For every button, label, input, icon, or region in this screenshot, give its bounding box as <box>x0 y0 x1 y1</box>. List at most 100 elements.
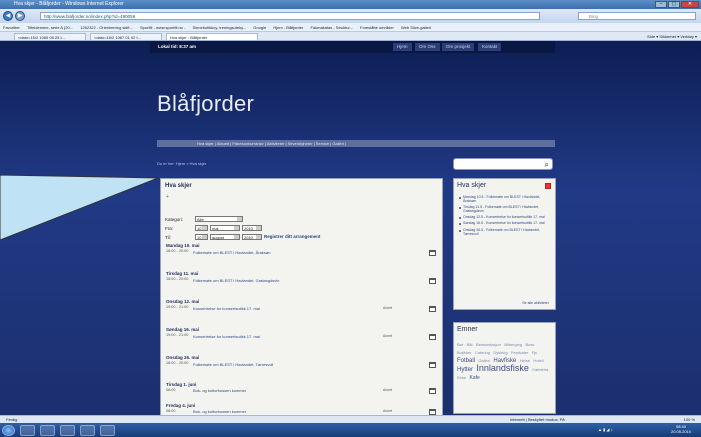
event-time: 19:00 - 21:00 <box>166 305 189 309</box>
site-top-strip: Lokal tid: 8:37 am Hjem Om Oss Om prosje… <box>150 41 555 53</box>
tag-link[interactable]: Butikker <box>457 350 471 355</box>
tag-link[interactable]: Fotball <box>457 358 475 364</box>
back-icon[interactable]: ◀ <box>3 11 13 21</box>
minimize-button[interactable]: – <box>655 1 667 8</box>
favorites-item[interactable]: Hjem - Blåfjorder <box>273 25 303 30</box>
site-logo[interactable]: Blåfjorder <box>157 91 254 117</box>
tag-link[interactable]: Buss <box>526 342 535 347</box>
favorites-item[interactable]: Google <box>253 25 266 30</box>
favorites-item[interactable]: Favoritter <box>3 25 20 30</box>
zoom-level[interactable]: 100 % <box>684 416 695 423</box>
event-title[interactable]: Konsertreise for konsertsutikk 17. mai <box>193 334 260 339</box>
word-icon[interactable] <box>80 425 95 436</box>
event-title[interactable]: Folkemøte om BLEST i Havlandet, Grølangd… <box>193 278 279 283</box>
from-label: Fra: <box>165 226 174 231</box>
event-title[interactable]: Folkemøte om BLEST i Havlandet, Åraksøn <box>193 250 271 255</box>
favorites-item[interactable]: Tilfeldemme, serie A (20... <box>27 25 73 30</box>
tag-cloud: Bar Båt Bensinstasjon Bilberging Buss Bu… <box>457 341 553 382</box>
folder-icon[interactable] <box>40 425 55 436</box>
browser-tab[interactable]: <dato=15/2 1085 05 25 L... <box>14 33 86 40</box>
event-time: 18:00 - 20:00 <box>166 249 189 253</box>
main-menu[interactable]: Hva skjer | Aktuelt | Fiskekonkurranse |… <box>157 140 555 147</box>
web-search-input[interactable]: Bing <box>578 12 696 20</box>
sidebar-event-item[interactable]: Tirsdag 11.5 - Folkemøte om BLEST i Havl… <box>459 205 553 214</box>
see-all-link[interactable]: Se alle aktiviteter <box>522 301 549 305</box>
status-bar: Ferdig Internett | Beskyttet modus: På 1… <box>0 415 701 423</box>
sidebar-event-item[interactable]: Søndag 16.5 - Konsertreise for konsertsu… <box>459 222 553 226</box>
to-day-select[interactable]: 10 <box>195 234 208 240</box>
tags-heading: Emner <box>457 326 478 333</box>
calendar-icon[interactable] <box>429 250 436 256</box>
tag-link[interactable]: Festivaler <box>511 350 528 355</box>
sidebar-events-list: Mandag 10.5 - Folkemøte om BLEST i Havla… <box>459 195 553 239</box>
security-zone[interactable]: Internett | Beskyttet modus: På <box>510 416 565 423</box>
breadcrumb[interactable]: Du er her: Hjem » Hva skjer <box>157 161 206 166</box>
tag-link[interactable]: Kafeteria <box>532 367 548 372</box>
tag-link[interactable]: Dykking <box>493 350 507 355</box>
favorites-item[interactable]: Sportfil - www.sportfil.no - <box>140 25 185 30</box>
command-bar[interactable]: Side ▾ Sikkerhet ▾ Verktøy ▾ <box>647 32 697 40</box>
taskbar-clock[interactable]: 08:40 20.05.2010 <box>666 424 696 434</box>
tag-link[interactable]: Catering <box>475 350 490 355</box>
browser-tab-active[interactable]: Hva skjer - Blåfjorder <box>166 33 258 40</box>
search-icon[interactable]: ⌕ <box>545 160 549 169</box>
tag-link[interactable]: Hytter <box>457 367 473 373</box>
tag-link[interactable]: Bensinstasjon <box>476 342 501 347</box>
favorites-item[interactable]: 1262322 - Orienteering skift... <box>80 25 133 30</box>
tag-link[interactable]: Fjs <box>532 350 537 355</box>
status-text: Ferdig <box>6 417 18 422</box>
event-title[interactable]: Bok- og kulturbussen kommer <box>193 388 246 393</box>
sidebar-event-item[interactable]: Mandag 10.5 - Folkemøte om BLEST i Havla… <box>459 195 553 204</box>
tag-link[interactable]: Kafe <box>470 375 480 381</box>
favorites-item[interactable]: Sinnebutikkoy, treningsuteky... <box>192 25 246 30</box>
from-year-select[interactable]: 2010 <box>242 225 262 231</box>
rss-icon[interactable] <box>545 183 551 189</box>
sidebar-event-item[interactable]: Onsdag 26.5 - Folkemøte om BLEST i Havla… <box>459 228 553 237</box>
to-year-select[interactable]: 2010 <box>242 234 262 240</box>
paint-icon[interactable] <box>100 425 115 436</box>
from-month-select[interactable]: mai <box>210 225 240 231</box>
tag-link[interactable]: Bar <box>457 342 463 347</box>
nav-project[interactable]: Om prosjekt <box>442 43 475 51</box>
sidebar-events-box: Hva skjer Mandag 10.5 - Folkemøte om BLE… <box>453 178 556 310</box>
start-button[interactable] <box>2 425 15 436</box>
nav-about[interactable]: Om Oss <box>415 43 440 51</box>
event-tag: Annet <box>383 388 393 392</box>
favorites-item[interactable]: Web Slice-galleri <box>401 25 431 30</box>
event-title[interactable]: Folkemøte om BLEST i Havlandet, Tørresvo… <box>193 362 273 367</box>
sidebar-event-item[interactable]: Onsdag 12.5 - Konsertreise for konsertsu… <box>459 215 553 220</box>
url-input[interactable]: http://www.blafjorder.no/index.php?id=49… <box>40 12 540 20</box>
tag-link[interactable]: Innlandsfiske <box>476 363 529 373</box>
close-button[interactable]: ✕ <box>681 1 699 8</box>
tag-link[interactable]: Hotell <box>533 358 543 363</box>
calendar-icon[interactable] <box>429 388 436 394</box>
media-player-icon[interactable] <box>60 425 75 436</box>
browser-tab[interactable]: <dato=15/2 1087 01 02 t... <box>90 33 162 40</box>
tag-link[interactable]: Kirke <box>457 375 466 380</box>
calendar-icon[interactable] <box>429 362 436 368</box>
nav-contact[interactable]: Kontakt <box>478 43 502 51</box>
category-select[interactable]: Alle <box>195 216 243 222</box>
event-title[interactable]: Bok- og kulturbussen kommer <box>193 409 246 414</box>
nav-home[interactable]: Hjem <box>393 43 412 51</box>
calendar-icon[interactable] <box>429 334 436 340</box>
event-time: 19:00 - 21:00 <box>166 333 189 337</box>
favorites-item[interactable]: Fakmakatas - Struktur... <box>310 25 352 30</box>
calendar-icon[interactable] <box>429 306 436 312</box>
event-tag: Annet <box>383 409 393 413</box>
calendar-icon[interactable] <box>429 278 436 284</box>
register-event-link[interactable]: Registrer ditt arrangement <box>264 234 321 239</box>
tag-link[interactable]: Båt <box>467 342 473 347</box>
event-title[interactable]: Konsertreise for konsertsutikk 17. mai <box>193 306 260 311</box>
system-tray[interactable]: ▲ ▮ ◢ ♪ <box>598 427 613 432</box>
to-month-select[interactable]: august <box>210 234 240 240</box>
favorites-item[interactable]: Foreslåtte områder <box>360 25 394 30</box>
from-day-select[interactable]: 10 <box>195 225 208 231</box>
internet-explorer-icon[interactable] <box>20 425 35 436</box>
day-heading: Onsdag 26. mai <box>166 355 200 360</box>
forward-icon[interactable]: ▶ <box>15 11 25 21</box>
site-search-input[interactable]: ⌕ <box>453 158 553 170</box>
maximize-button[interactable]: ▢ <box>668 1 680 8</box>
tag-link[interactable]: Bilberging <box>504 342 522 347</box>
add-event-icon[interactable]: + <box>166 194 169 200</box>
